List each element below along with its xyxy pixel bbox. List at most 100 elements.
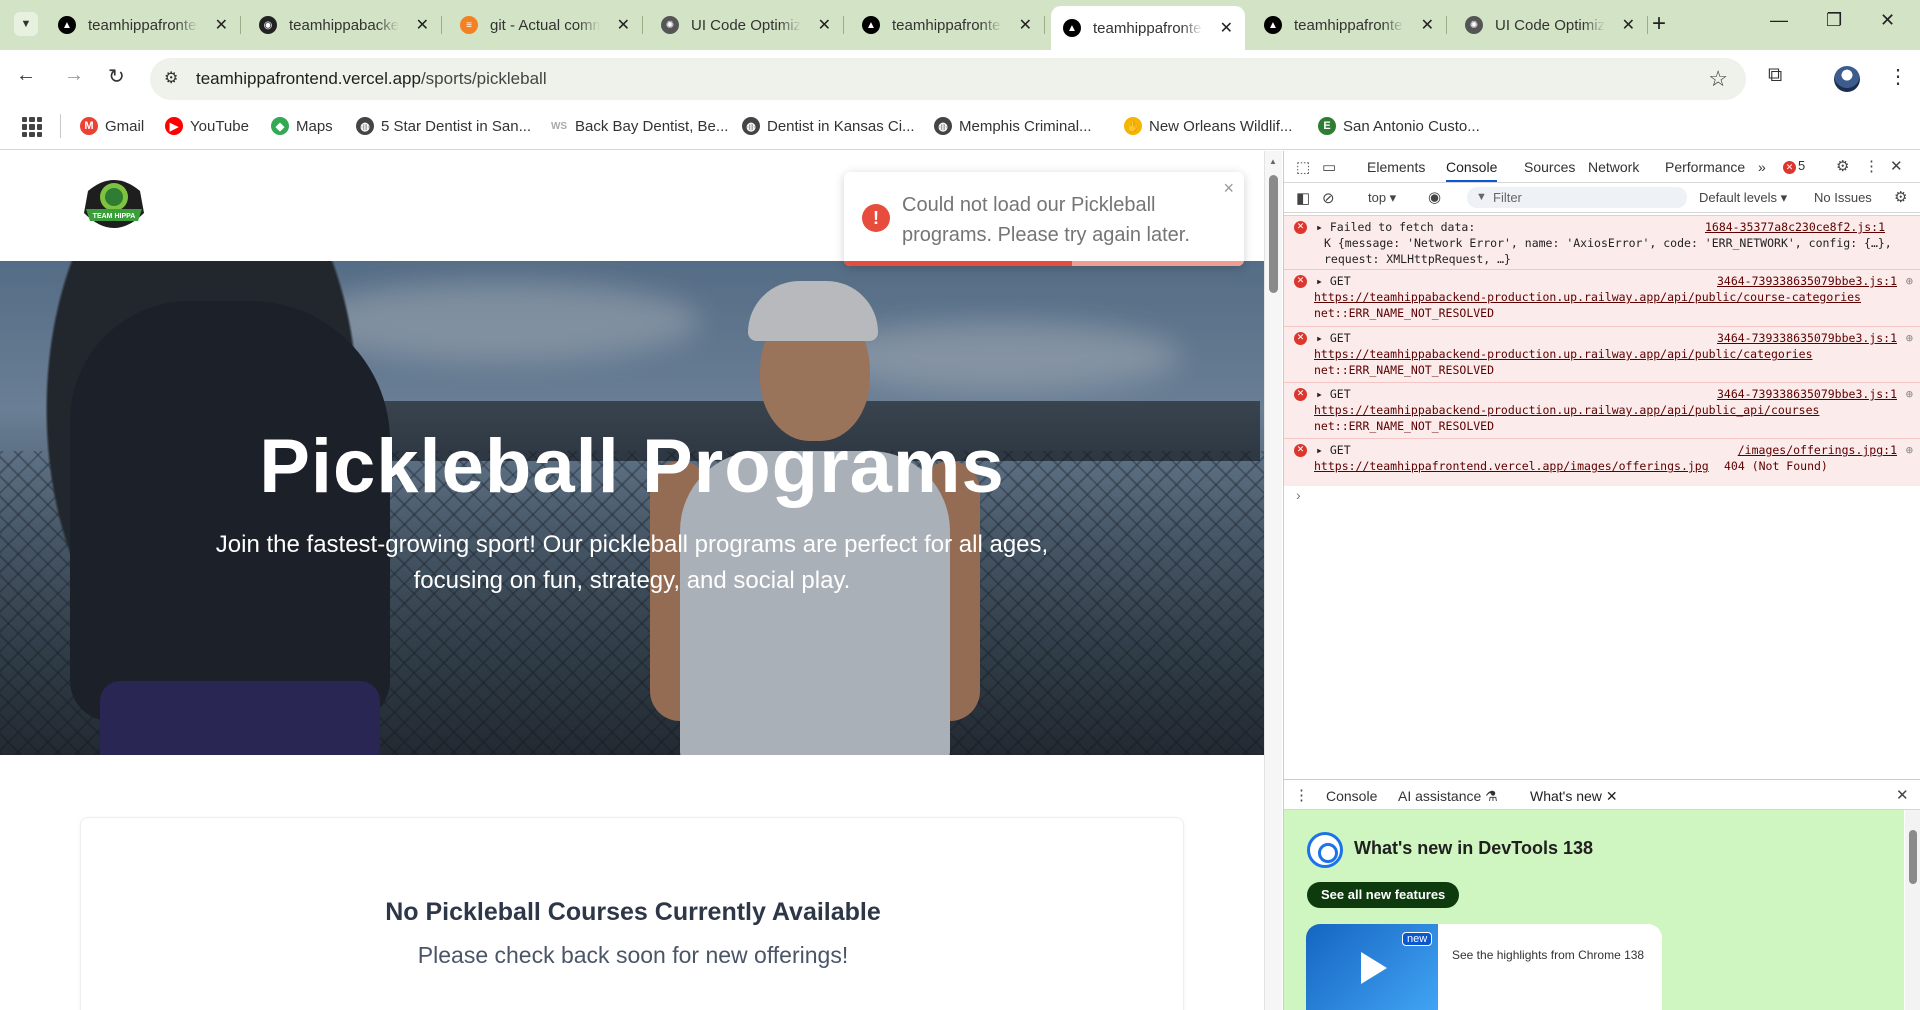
- log-summary[interactable]: ▸ GET: [1316, 386, 1351, 402]
- console-settings-icon[interactable]: ⚙: [1894, 188, 1907, 206]
- reload-icon[interactable]: ↻: [108, 64, 125, 89]
- browser-tab[interactable]: ≡ git - Actual commit ✕: [448, 6, 643, 44]
- tab-title: UI Code Optimization: [1495, 16, 1605, 34]
- address-bar[interactable]: ⚙ teamhippafrontend.vercel.app/sports/pi…: [150, 58, 1746, 100]
- devtools-tab-elements[interactable]: Elements: [1367, 159, 1425, 175]
- browser-tab[interactable]: ▲ teamhippafrontend ✕: [850, 6, 1045, 44]
- restore-icon[interactable]: ❐: [1826, 10, 1842, 31]
- bookmark-item[interactable]: ◍ Memphis Criminal...: [934, 114, 1092, 138]
- ws-icon: WS: [550, 120, 568, 132]
- team-hippa-logo[interactable]: TEAM HIPPA: [78, 173, 150, 237]
- context-selector[interactable]: top ▾: [1368, 190, 1396, 206]
- extensions-icon[interactable]: ⧉: [1768, 64, 1782, 87]
- highlight-card[interactable]: new See the highlights from Chrome 138: [1306, 924, 1662, 1010]
- log-levels-dropdown[interactable]: Default levels ▾: [1699, 190, 1787, 206]
- console-error-message[interactable]: ✕ ▸ Failed to fetch data: 1684-35377a8c230…: [1284, 215, 1920, 269]
- bookmark-star-icon[interactable]: ☆: [1708, 66, 1728, 92]
- more-tabs-icon[interactable]: »: [1758, 159, 1766, 175]
- close-tab-icon[interactable]: ✕: [1606, 788, 1618, 804]
- console-scrollbar[interactable]: [1907, 183, 1920, 779]
- play-icon: [1361, 952, 1387, 984]
- bookmark-item[interactable]: ◍ 5 Star Dentist in San...: [356, 114, 531, 138]
- drawer-tab-ai-assistance[interactable]: AI assistance ⚗: [1398, 788, 1498, 805]
- browser-tab[interactable]: ✺ UI Code Optimization ✕: [649, 6, 844, 44]
- toast-message: Could not load our Pickleball programs. …: [902, 194, 1190, 246]
- error-object-preview[interactable]: K {message: 'Network Error', name: 'Axio…: [1324, 235, 1914, 267]
- devtools-tab-console[interactable]: Console: [1446, 159, 1498, 182]
- bookmark-item[interactable]: ◍ Dentist in Kansas Ci...: [742, 114, 915, 138]
- close-tab-icon[interactable]: ✕: [1622, 15, 1635, 35]
- request-url-link[interactable]: https://teamhippabackend-production.up.r…: [1314, 289, 1894, 305]
- drawer-scrollbar[interactable]: [1905, 810, 1920, 1010]
- minimize-icon[interactable]: —: [1770, 10, 1788, 31]
- sidebar-toggle-icon[interactable]: ◧: [1296, 189, 1310, 207]
- log-summary[interactable]: ▸ GET: [1316, 442, 1351, 458]
- console-filter-input[interactable]: ▼ Filter: [1467, 187, 1687, 208]
- page-scrollbar[interactable]: ▲: [1264, 151, 1282, 1010]
- issues-indicator[interactable]: No Issues: [1814, 190, 1872, 205]
- video-thumbnail[interactable]: new: [1306, 924, 1438, 1010]
- tab-search-button[interactable]: ▼: [14, 12, 38, 36]
- bookmark-item[interactable]: ▶ YouTube: [165, 114, 249, 138]
- bookmark-item[interactable]: E San Antonio Custo...: [1318, 114, 1480, 138]
- close-window-icon[interactable]: ✕: [1880, 10, 1895, 31]
- close-tab-icon[interactable]: ✕: [1220, 18, 1233, 38]
- console-error-message[interactable]: ✕ ▸ GET 3464-739338635079bbe3.js:1 ⊕ https:/…: [1284, 269, 1920, 326]
- browser-tab[interactable]: ◉ teamhippabackend ✕: [247, 6, 442, 44]
- tab-title: teamhippafrontend: [892, 16, 1002, 34]
- close-tab-icon[interactable]: ✕: [617, 15, 630, 35]
- close-tab-icon[interactable]: ✕: [1421, 15, 1434, 35]
- close-tab-icon[interactable]: ✕: [416, 15, 429, 35]
- devtools-tab-network[interactable]: Network: [1588, 159, 1639, 175]
- devtools-tab-sources[interactable]: Sources: [1524, 159, 1575, 175]
- bookmark-item[interactable]: WS Back Bay Dentist, Be...: [550, 114, 728, 138]
- log-source-link[interactable]: 1684-35377a8c230ce8f2.js:1: [1705, 219, 1885, 235]
- toast-close-icon[interactable]: ×: [1223, 178, 1234, 199]
- inspect-element-icon[interactable]: ⬚: [1296, 158, 1310, 176]
- browser-tab[interactable]: ✺ UI Code Optimization ✕: [1453, 6, 1648, 44]
- bookmark-item[interactable]: M Gmail: [80, 114, 144, 138]
- log-source-link[interactable]: /images/offerings.jpg:1: [1738, 442, 1897, 458]
- console-prompt[interactable]: ›: [1296, 487, 1301, 503]
- drawer-menu-icon[interactable]: ⋮: [1294, 786, 1309, 804]
- close-tab-icon[interactable]: ✕: [215, 15, 228, 35]
- devtools-menu-icon[interactable]: ⋮: [1864, 157, 1879, 175]
- browser-tab[interactable]: ▲ teamhippafrontend ✕: [46, 6, 241, 44]
- log-source-link[interactable]: 3464-739338635079bbe3.js:1: [1717, 386, 1897, 402]
- log-summary[interactable]: ▸ GET: [1316, 330, 1351, 346]
- device-toolbar-icon[interactable]: ▭: [1322, 158, 1336, 176]
- back-icon[interactable]: ←: [16, 64, 36, 87]
- console-error-message[interactable]: ✕ ▸ GET 3464-739338635079bbe3.js:1 ⊕ https:/…: [1284, 326, 1920, 382]
- console-error-message[interactable]: ✕ ▸ GET/images/offerings.jpg:1 ⊕ https://te…: [1284, 438, 1920, 486]
- see-all-features-button[interactable]: See all new features: [1307, 882, 1460, 908]
- settings-gear-icon[interactable]: ⚙: [1836, 157, 1849, 175]
- log-source-link[interactable]: 3464-739338635079bbe3.js:1: [1717, 330, 1897, 346]
- devtools-tab-performance[interactable]: Performance: [1665, 159, 1745, 175]
- profile-avatar[interactable]: [1834, 66, 1860, 92]
- browser-tab[interactable]: ▲ teamhippafrontend ✕: [1252, 6, 1447, 44]
- close-tab-icon[interactable]: ✕: [818, 15, 831, 35]
- bookmark-item[interactable]: ◆ Maps: [271, 114, 333, 138]
- request-url-link[interactable]: https://teamhippabackend-production.up.r…: [1314, 402, 1894, 418]
- site-info-icon[interactable]: ⚙: [164, 68, 178, 88]
- new-tab-button[interactable]: +: [1652, 10, 1666, 38]
- request-url-link[interactable]: https://teamhippabackend-production.up.r…: [1314, 346, 1894, 362]
- console-error-message[interactable]: ✕ ▸ GET 3464-739338635079bbe3.js:1 ⊕ https:/…: [1284, 382, 1920, 438]
- log-summary[interactable]: ▸ Failed to fetch data:: [1316, 219, 1475, 235]
- live-expression-eye-icon[interactable]: ◉: [1428, 188, 1441, 206]
- close-tab-icon[interactable]: ✕: [1019, 15, 1032, 35]
- error-count-badge[interactable]: ✕ 5: [1783, 158, 1805, 174]
- apps-grid-icon[interactable]: [22, 117, 42, 137]
- drawer-tab-console[interactable]: Console: [1326, 788, 1377, 804]
- forward-icon[interactable]: →: [64, 64, 84, 87]
- close-devtools-icon[interactable]: ✕: [1890, 157, 1903, 175]
- bookmark-item[interactable]: ✋ New Orleans Wildlif...: [1124, 114, 1292, 138]
- drawer-tab-whats-new[interactable]: What's new ✕: [1530, 788, 1618, 812]
- clear-console-icon[interactable]: ⊘: [1322, 189, 1335, 207]
- log-summary[interactable]: ▸ GET: [1316, 273, 1351, 289]
- close-drawer-icon[interactable]: ✕: [1896, 786, 1909, 804]
- log-source-link[interactable]: 3464-739338635079bbe3.js:1: [1717, 273, 1897, 289]
- url-text[interactable]: teamhippafrontend.vercel.app/sports/pick…: [196, 69, 547, 89]
- browser-tab[interactable]: ▲ teamhippafrontend ✕: [1051, 6, 1245, 50]
- chrome-menu-icon[interactable]: ⋮: [1888, 64, 1908, 89]
